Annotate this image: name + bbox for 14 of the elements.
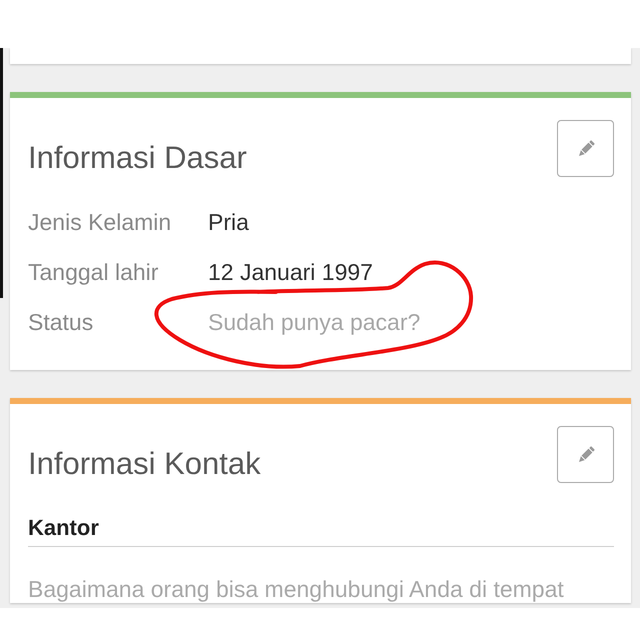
pencil-icon [576, 446, 594, 464]
section-title: Informasi Dasar [28, 140, 247, 176]
field-value: 12 Januari 1997 [208, 260, 373, 284]
field-label: Tanggal lahir [28, 260, 160, 284]
field-label: Status [28, 310, 94, 334]
subsection-heading: Kantor [28, 514, 614, 547]
pencil-icon [576, 140, 594, 158]
edit-button[interactable] [557, 120, 614, 177]
hint-text: Bagaimana orang bisa menghubungi Anda di tempat [28, 575, 565, 603]
field-label: Jenis Kelamin [28, 210, 172, 234]
edit-button[interactable] [557, 426, 614, 483]
field-value: Pria [208, 210, 249, 234]
section-title: Informasi Kontak [28, 446, 261, 482]
field-value: Sudah punya pacar? [208, 310, 420, 334]
